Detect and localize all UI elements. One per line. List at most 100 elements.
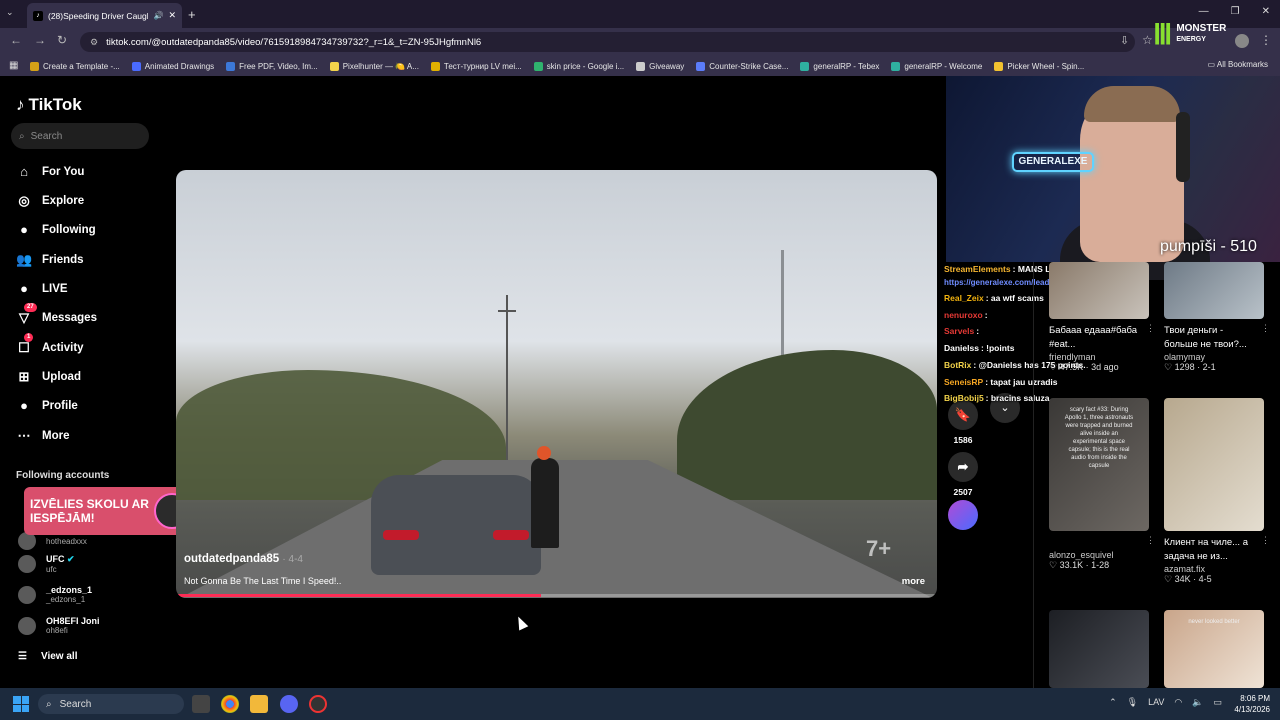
bookmark-item[interactable]: Counter-Strike Case... [696,61,788,71]
windows-start-icon[interactable] [13,696,29,712]
new-tab-button[interactable]: + [188,7,196,22]
task-view-icon[interactable] [192,695,210,713]
nav-item-activity[interactable]: ☐ 1 Activity [16,333,84,356]
video-thumbnail[interactable]: scary fact #33: During Apollo 1, three a… [1049,398,1149,531]
apps-grid-icon[interactable]: ▦ [9,60,18,71]
bookmark-item[interactable]: Тест-турнир LV mei... [430,61,522,71]
system-tray: ⌃ 🎙 LAV ◠ 🔈 ▭ [1109,697,1222,708]
video-player[interactable]: 7+ outdatedpanda85 · 4-4 Not Gonna Be Th… [176,170,937,598]
list-icon: ☰ [18,651,27,662]
account-name: UFC ✔ [46,554,75,564]
video-thumbnail[interactable] [1049,262,1149,319]
nav-item-following[interactable]: ● Following [16,222,96,237]
nav-item-explore[interactable]: ◎ Explore [16,193,84,209]
following-account[interactable]: UFC ✔ ufc [18,554,75,574]
url-text: tiktok.com/@outdatedpanda85/video/761591… [106,36,482,48]
bookmark-label: Тест-турнир LV mei... [443,61,522,71]
url-field[interactable]: ⚙ tiktok.com/@outdatedpanda85/video/7615… [80,32,1135,52]
video-author[interactable]: outdatedpanda85 · 4-4 [184,553,303,565]
video-card-author[interactable]: alonzo_esquivel [1049,550,1149,560]
account-handle: oh8efi [46,626,68,635]
nav-item-label: Friends [42,254,84,266]
tab-list-chevron-icon[interactable]: ⌄ [6,7,14,18]
bookmark-item[interactable]: Animated Drawings [131,61,214,71]
nav-item-friends[interactable]: 👥 Friends [16,252,84,268]
video-card[interactable]: scary fact #33: During Apollo 1, three a… [1049,398,1155,571]
video-thumbnail[interactable] [1164,398,1264,531]
bookmark-item[interactable]: Pixelhunter — 🍋 A... [329,61,419,71]
battery-icon[interactable]: ▭ [1213,697,1222,708]
following-account[interactable]: _edzons_1 _edzons_1 [18,585,92,604]
video-thumbnail[interactable] [1049,610,1149,688]
nav-item-profile[interactable]: ● Profile [16,398,78,413]
install-app-icon[interactable]: ⇩ [1120,34,1129,47]
language-indicator[interactable]: LAV [1148,697,1164,708]
tiktok-logo[interactable]: ♪ TikTok [16,95,82,115]
video-card[interactable] [1049,610,1149,688]
video-card[interactable]: Бабааа едааа#баба #eat... friendlyman ♡ 47… [1049,262,1155,373]
video-card-author[interactable]: olamymay [1164,352,1264,362]
video-card-author[interactable]: friendlyman [1049,352,1149,362]
obs-icon[interactable] [309,695,327,713]
discord-icon[interactable] [280,695,298,713]
video-thumbnail[interactable] [1164,262,1264,319]
back-icon[interactable]: ← [10,33,22,47]
file-explorer-icon[interactable] [250,695,268,713]
bookmark-item[interactable]: Giveaway [636,61,684,71]
close-tab-icon[interactable]: ✕ [168,10,176,21]
share-button[interactable]: ➦ 2507 [948,452,978,497]
avatar [18,616,36,635]
chevron-up-icon[interactable]: ⌃ [1109,697,1117,708]
like-count: 34K [1174,574,1191,584]
chat-username: Danielss [944,343,979,353]
more-options-icon[interactable]: ⋮ [1146,535,1155,546]
reload-icon[interactable]: ↻ [57,33,67,47]
bookmark-item[interactable]: skin price - Google i... [533,61,625,71]
view-all-button[interactable]: ☰ View all [18,651,77,662]
bookmark-item[interactable]: Picker Wheel - Spin... [994,61,1084,71]
video-author-name[interactable]: outdatedpanda85 [184,553,279,565]
like-count: 1298 [1174,362,1195,372]
browser-tab-active[interactable]: ♪ (28)Speeding Driver Caught 🔊 ✕ [27,3,182,28]
bookmark-button[interactable]: 🔖 1586 [948,400,978,445]
chat-text: : tapat jau uzradis [985,377,1058,387]
nav-item-upload[interactable]: ⊞ Upload [16,369,81,385]
following-account[interactable]: OH8EFI Joni oh8efi [18,616,100,635]
nav-item-live[interactable]: ● LIVE [16,281,68,296]
bookmark-label: skin price - Google i... [546,61,625,71]
bookmark-item[interactable]: generalRP - Welcome [891,61,982,71]
bookmark-star-icon[interactable]: ☆ [1142,33,1153,47]
video-card[interactable]: Клиент на чиле... а задача не из... azama… [1164,398,1270,585]
bookmark-favicon-icon [430,61,440,71]
video-card-author[interactable]: azamat.fix [1164,564,1264,574]
thumbnail-text: never looked better [1188,619,1240,625]
bookmark-item[interactable]: Free PDF, Video, Im... [226,61,318,71]
volume-icon[interactable]: 🔈 [1192,697,1203,708]
bookmark-item[interactable]: Create a Template -... [30,61,120,71]
video-card[interactable]: Твои деньги - больше не твои?... olamymay… [1164,262,1270,373]
music-disc-icon[interactable] [948,500,978,530]
forward-icon[interactable]: → [34,33,46,47]
all-bookmarks-button[interactable]: ▭ All Bookmarks [1208,60,1268,69]
site-info-icon[interactable]: ⚙ [90,37,98,48]
search-input[interactable]: ⌕ Search [11,123,149,149]
clock[interactable]: 8:06 PM 4/13/2026 [1234,693,1270,715]
wifi-icon[interactable]: ◠ [1174,697,1182,708]
nav-item-messages[interactable]: ▽ 27 Messages [16,303,97,326]
video-card[interactable]: never looked better [1164,610,1264,688]
promo-banner[interactable]: IZVĒLIES SKOLU AR IESPĒJĀM! [24,487,200,535]
nav-item-for-you[interactable]: ⌂ For You [16,164,84,179]
chat-message: Sarvels: [944,326,979,336]
more-options-icon[interactable]: ⋮ [1261,535,1270,546]
mic-icon[interactable]: 🎙 [1127,697,1138,708]
speaker-icon[interactable]: 🔊 [153,11,163,20]
caption-more-button[interactable]: more [902,576,925,587]
account-handle: _edzons_1 [46,595,86,604]
video-thumbnail[interactable]: never looked better [1164,610,1264,688]
more-options-icon[interactable]: ⋮ [1146,323,1155,334]
more-options-icon[interactable]: ⋮ [1261,323,1270,334]
taskbar-search[interactable]: ⌕ Search [38,694,184,714]
bookmark-item[interactable]: generalRP - Tebex [800,61,879,71]
chrome-icon[interactable] [221,695,239,713]
nav-item-more[interactable]: ⋯ More [16,428,70,444]
